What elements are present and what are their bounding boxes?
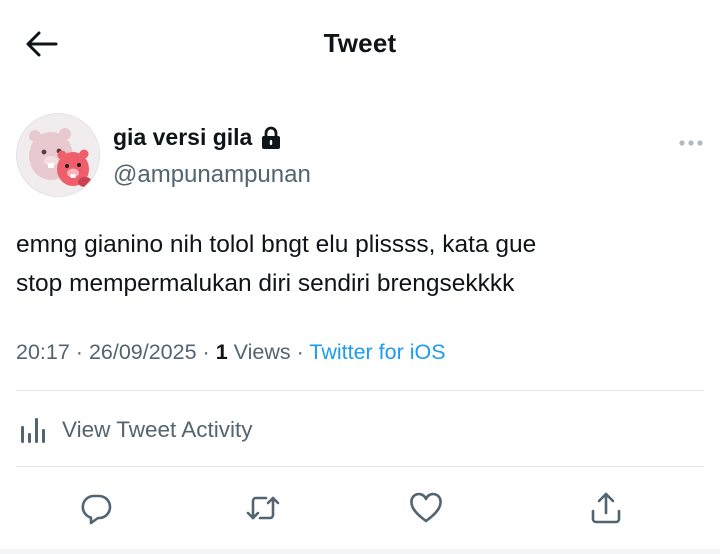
- avatar[interactable]: [16, 113, 100, 197]
- reply-button[interactable]: [76, 488, 116, 528]
- retweet-icon: [246, 496, 280, 520]
- retweet-button[interactable]: [243, 488, 283, 528]
- heart-icon: [410, 492, 442, 523]
- like-button[interactable]: [406, 488, 446, 528]
- tweet-time: 20:17: [16, 340, 70, 364]
- tweet-source-link[interactable]: Twitter for iOS: [309, 340, 445, 364]
- divider: [16, 466, 704, 467]
- views-count: 1: [215, 340, 228, 364]
- tweet-text: emng gianino nih tolol bngt elu plissss,…: [16, 231, 537, 297]
- divider: [16, 390, 704, 391]
- lock-icon: [262, 126, 281, 149]
- meta-separator: ·: [296, 340, 304, 364]
- tweet-date: 26/09/2025: [88, 340, 197, 364]
- bottom-edge: [0, 549, 720, 554]
- tweet-author: gia versi gila @ampunampunan: [16, 113, 706, 203]
- tweet-action-bar: [0, 480, 720, 536]
- view-tweet-activity-button[interactable]: View Tweet Activity: [16, 410, 253, 450]
- display-name-text: gia versi gila: [113, 124, 253, 150]
- tweet-meta: 20:17 · 26/09/2025 · 1 Views · Twitter f…: [16, 340, 446, 365]
- views-label: Views: [233, 340, 291, 364]
- more-options-button[interactable]: [676, 133, 706, 153]
- user-handle[interactable]: @ampunampunan: [113, 161, 311, 189]
- meta-separator: ·: [75, 340, 83, 364]
- top-bar: Tweet: [0, 0, 720, 90]
- share-button[interactable]: [586, 488, 626, 528]
- activity-label: View Tweet Activity: [62, 417, 253, 442]
- display-name[interactable]: gia versi gila: [113, 124, 281, 151]
- share-icon: [591, 492, 621, 524]
- meta-separator: ·: [202, 340, 210, 364]
- reply-icon: [81, 494, 112, 525]
- analytics-icon: [21, 418, 45, 443]
- more-dots-icon: [679, 140, 703, 146]
- avatar-image: [17, 114, 99, 196]
- page-title: Tweet: [323, 28, 397, 58]
